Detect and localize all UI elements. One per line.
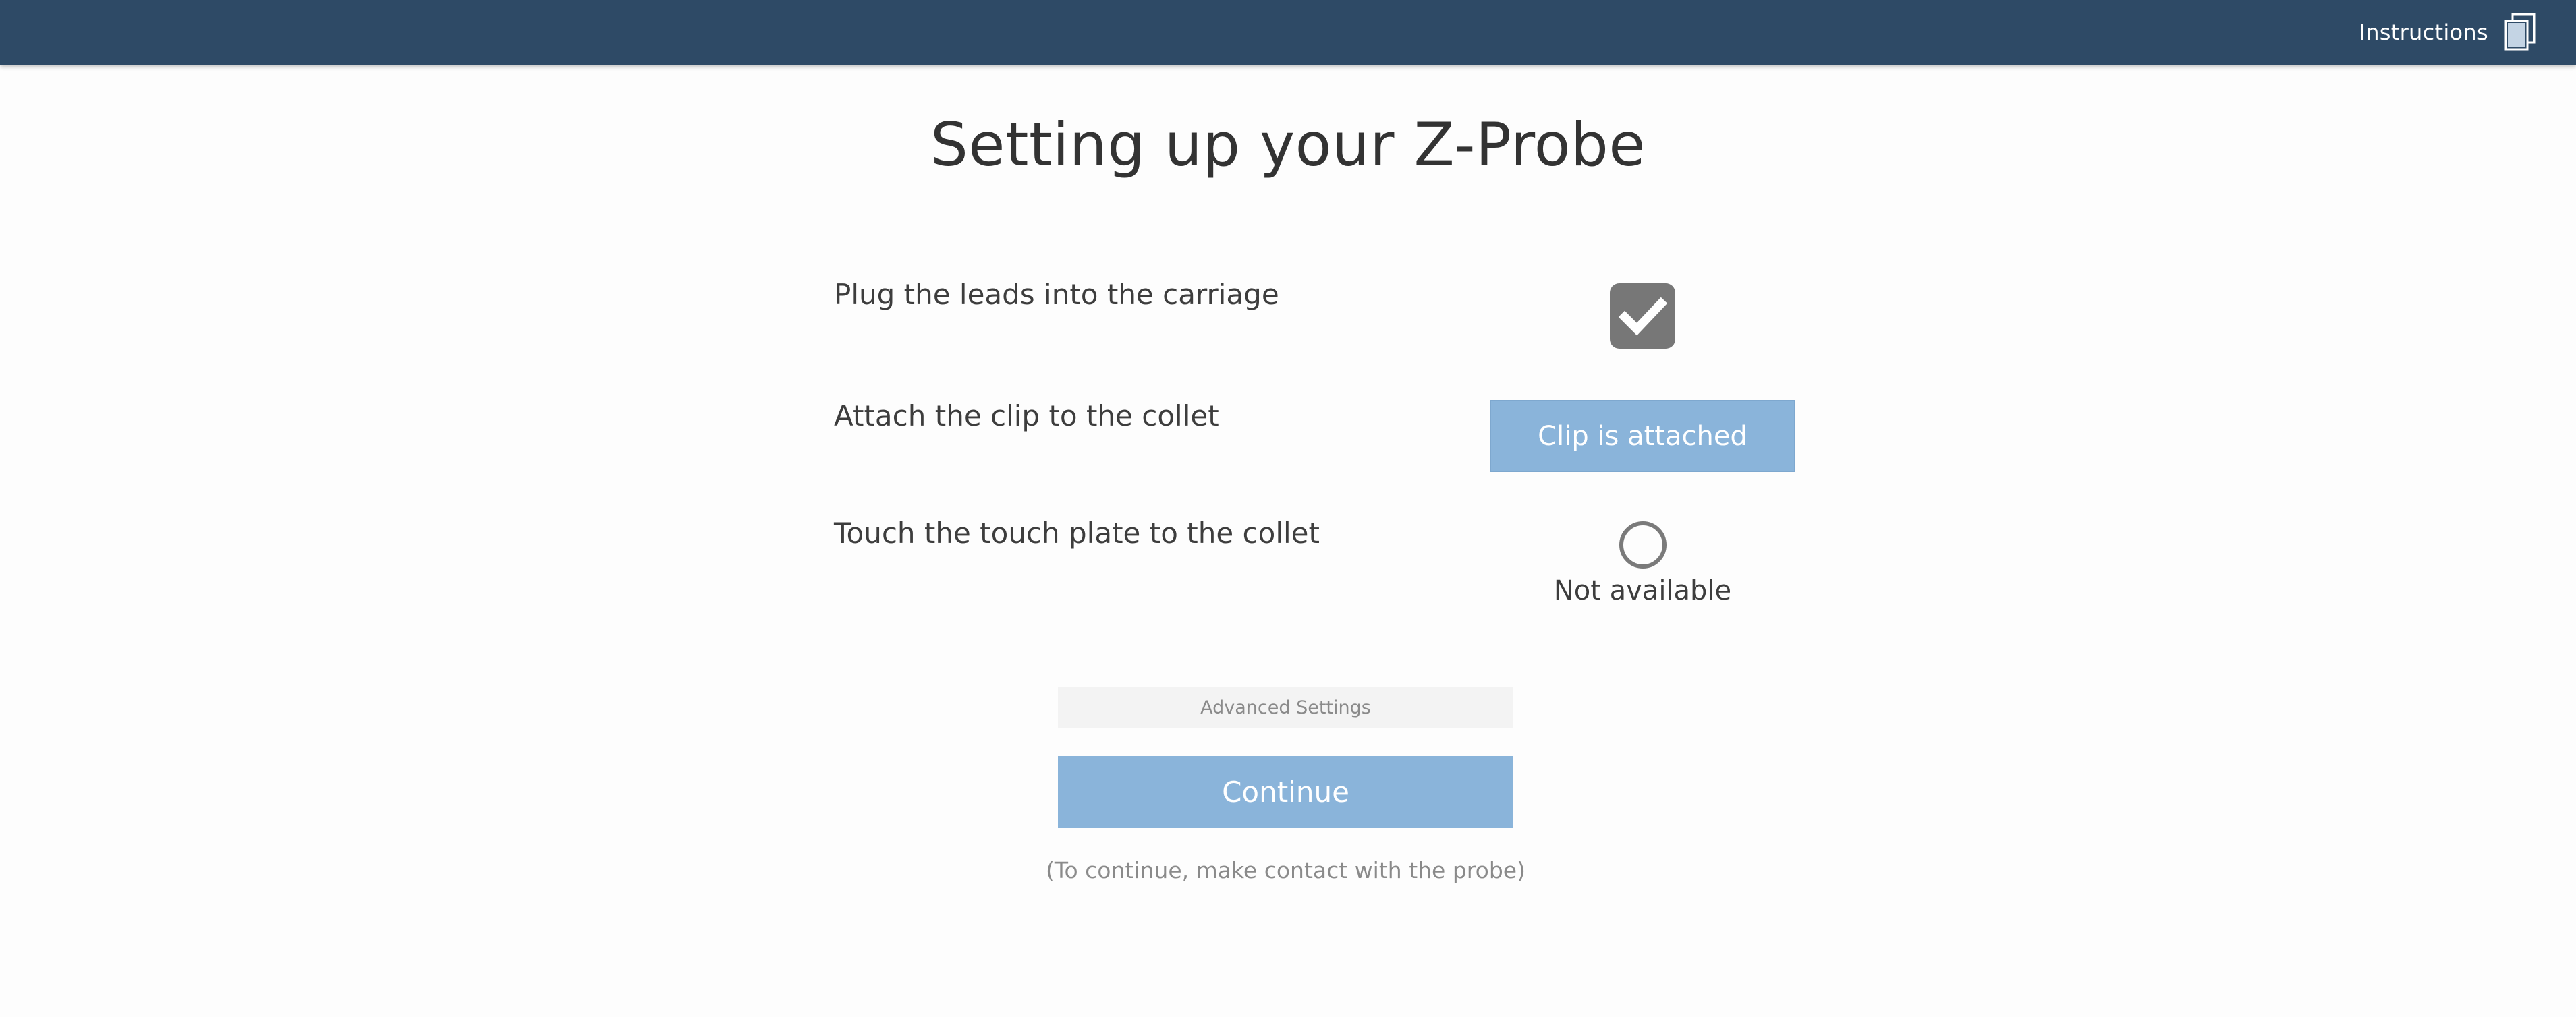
top-bar: Instructions [0,0,2576,65]
instructions-label: Instructions [2359,20,2488,45]
touch-plate-status-text: Not available [1553,575,1732,606]
continue-button[interactable]: Continue [1058,756,1513,828]
step-touch-plate-label: Touch the touch plate to the collet [834,517,1320,550]
copy-pages-icon [2504,13,2536,51]
advanced-settings-button[interactable]: Advanced Settings [1058,687,1513,728]
continue-hint: (To continue, make contact with the prob… [1046,857,1525,883]
checkmark-icon [1618,297,1668,336]
clip-attached-button[interactable]: Clip is attached [1490,400,1795,472]
step-attach-clip-label: Attach the clip to the collet [834,399,1219,432]
step-plug-leads-label: Plug the leads into the carriage [834,278,1279,311]
instructions-link[interactable]: Instructions [2359,12,2537,53]
touch-plate-status-radio [1619,521,1667,569]
leads-plugged-checkbox[interactable] [1610,283,1675,349]
page-title: Setting up your Z-Probe [930,110,1646,179]
